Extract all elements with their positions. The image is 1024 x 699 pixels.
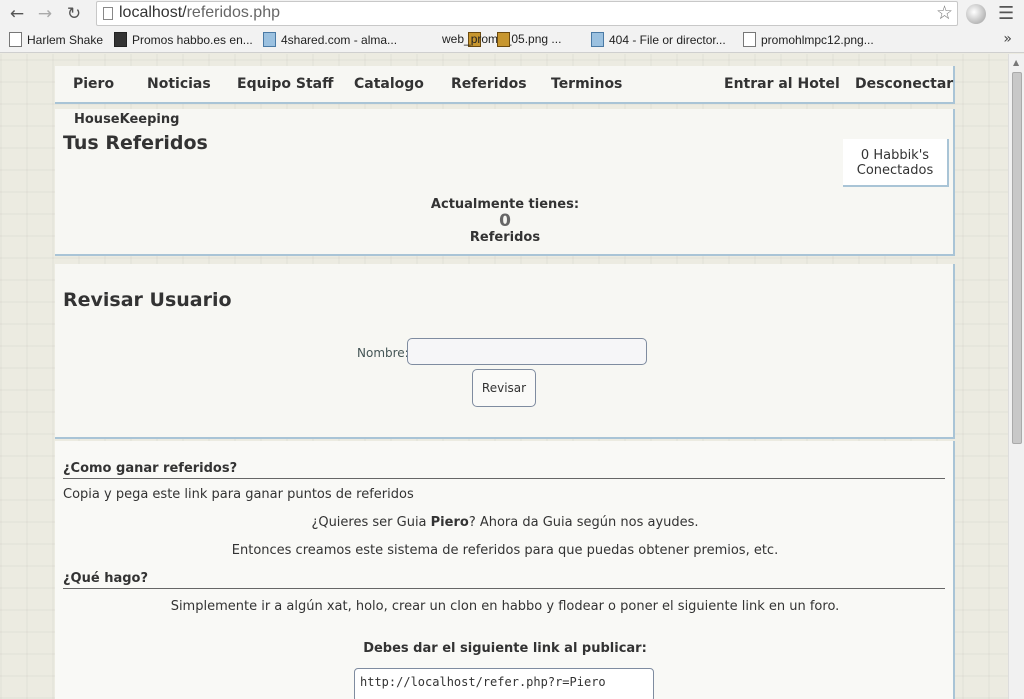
info-text: Debes dar el siguiente link al publicar: xyxy=(363,641,647,656)
bookmarks-bar: Harlem Shake Promos habbo.es en... 4shar… xyxy=(0,28,1024,53)
referral-link-box[interactable]: http://localhost/refer.php?r=Piero xyxy=(354,668,654,699)
bookmark-label: 404 - File or director... xyxy=(609,33,726,47)
online-users-badge: 0 Habbik's Conectados xyxy=(843,139,949,187)
bookmark-item[interactable]: promohlmpc12.png... xyxy=(743,32,874,47)
box-icon xyxy=(497,32,510,47)
scroll-up-icon[interactable]: ▲ xyxy=(1013,58,1019,67)
bookmark-item[interactable]: 404 - File or director... xyxy=(591,32,726,47)
back-icon[interactable]: ← xyxy=(6,3,28,25)
gear-icon xyxy=(114,32,127,47)
section-heading: ¿Como ganar referidos? xyxy=(63,461,945,479)
nav-catalogo[interactable]: Catalogo xyxy=(354,76,424,92)
bookmark-item[interactable]: 4shared.com - alma... xyxy=(263,32,397,47)
referidos-panel: HouseKeeping Tus Referidos 0 Habbik's Co… xyxy=(55,109,955,256)
info-text: Copia y pega este link para ganar puntos… xyxy=(63,487,414,502)
nav-referidos[interactable]: Referidos xyxy=(451,76,527,92)
page-icon xyxy=(9,32,22,47)
info-text: Simplemente ir a algún xat, holo, crear … xyxy=(170,599,840,614)
bookmark-star-icon[interactable]: ☆ xyxy=(936,2,953,24)
scrollbar-thumb[interactable] xyxy=(1012,72,1022,444)
main-nav: Piero Noticias Equipo Staff Catalogo Ref… xyxy=(55,66,955,104)
info-text-part: ? Ahora da Guia según nos ayudes. xyxy=(468,515,699,530)
referral-counter: Actualmente tienes: 0 Referidos xyxy=(55,197,955,245)
info-text-part: ¿Quieres ser Guia xyxy=(311,515,431,530)
nav-noticias[interactable]: Noticias xyxy=(147,76,211,92)
bookmark-item[interactable]: Promos habbo.es en... xyxy=(114,32,253,47)
bookmark-label: 4shared.com - alma... xyxy=(281,33,398,47)
revisar-button[interactable]: Revisar xyxy=(472,369,536,407)
bookmark-item[interactable]: Harlem Shake xyxy=(9,32,103,47)
bookmarks-overflow-icon[interactable]: » xyxy=(1003,31,1012,47)
info-text: Entonces creamos este sistema de referid… xyxy=(231,543,779,558)
nav-terminos[interactable]: Terminos xyxy=(551,76,622,92)
section-heading: ¿Qué hago? xyxy=(63,571,945,589)
browser-toolbar: ← → ↻ localhost/referidos.php ☆ ☰ xyxy=(0,0,1024,28)
vertical-scrollbar[interactable]: ▲ xyxy=(1008,54,1024,699)
address-bar[interactable]: localhost/referidos.php ☆ xyxy=(96,1,958,26)
bookmark-item[interactable]: web_promo_05.png ... xyxy=(442,32,561,47)
page-title: Tus Referidos xyxy=(63,132,208,154)
bookmark-label: promohlmpc12.png... xyxy=(761,33,874,47)
count-unit: Referidos xyxy=(469,230,541,245)
count-label: Actualmente tienes: xyxy=(430,197,580,212)
page-icon xyxy=(743,32,756,47)
bookmark-label: Harlem Shake xyxy=(27,33,104,47)
extension-icon[interactable] xyxy=(966,4,986,24)
online-count: 0 Habbik's xyxy=(860,148,930,163)
bookmark-label: Promos habbo.es en... xyxy=(132,33,253,47)
menu-icon[interactable]: ☰ xyxy=(998,3,1014,24)
info-panel: ¿Como ganar referidos? Copia y pega este… xyxy=(55,441,955,699)
section-title: Revisar Usuario xyxy=(63,289,232,311)
nav-equipo-staff[interactable]: Equipo Staff xyxy=(237,76,333,92)
url-host: localhost/ xyxy=(119,4,187,21)
page-icon xyxy=(103,7,113,20)
user-name: Piero xyxy=(430,515,469,530)
reload-icon[interactable]: ↻ xyxy=(63,3,85,25)
count-value: 0 xyxy=(499,211,511,231)
nombre-label: Nombre: xyxy=(357,346,409,360)
nav-desconectar[interactable]: Desconectar xyxy=(855,76,953,92)
address-text: localhost/referidos.php xyxy=(119,4,280,22)
revisar-panel: Revisar Usuario Nombre: Revisar xyxy=(55,264,955,439)
page-content: Piero Noticias Equipo Staff Catalogo Ref… xyxy=(0,54,1008,699)
forward-icon[interactable]: → xyxy=(34,3,56,25)
nombre-input[interactable] xyxy=(407,338,647,365)
housekeeping-link[interactable]: HouseKeeping xyxy=(74,112,179,127)
nav-piero[interactable]: Piero xyxy=(73,76,114,92)
online-label: Conectados xyxy=(856,163,934,178)
4shared-icon xyxy=(263,32,276,47)
nav-entrar-hotel[interactable]: Entrar al Hotel xyxy=(724,76,840,92)
info-text: ¿Quieres ser Guia Piero? Ahora da Guia s… xyxy=(55,515,955,530)
url-path: referidos.php xyxy=(186,4,280,21)
iis-icon xyxy=(591,32,604,47)
